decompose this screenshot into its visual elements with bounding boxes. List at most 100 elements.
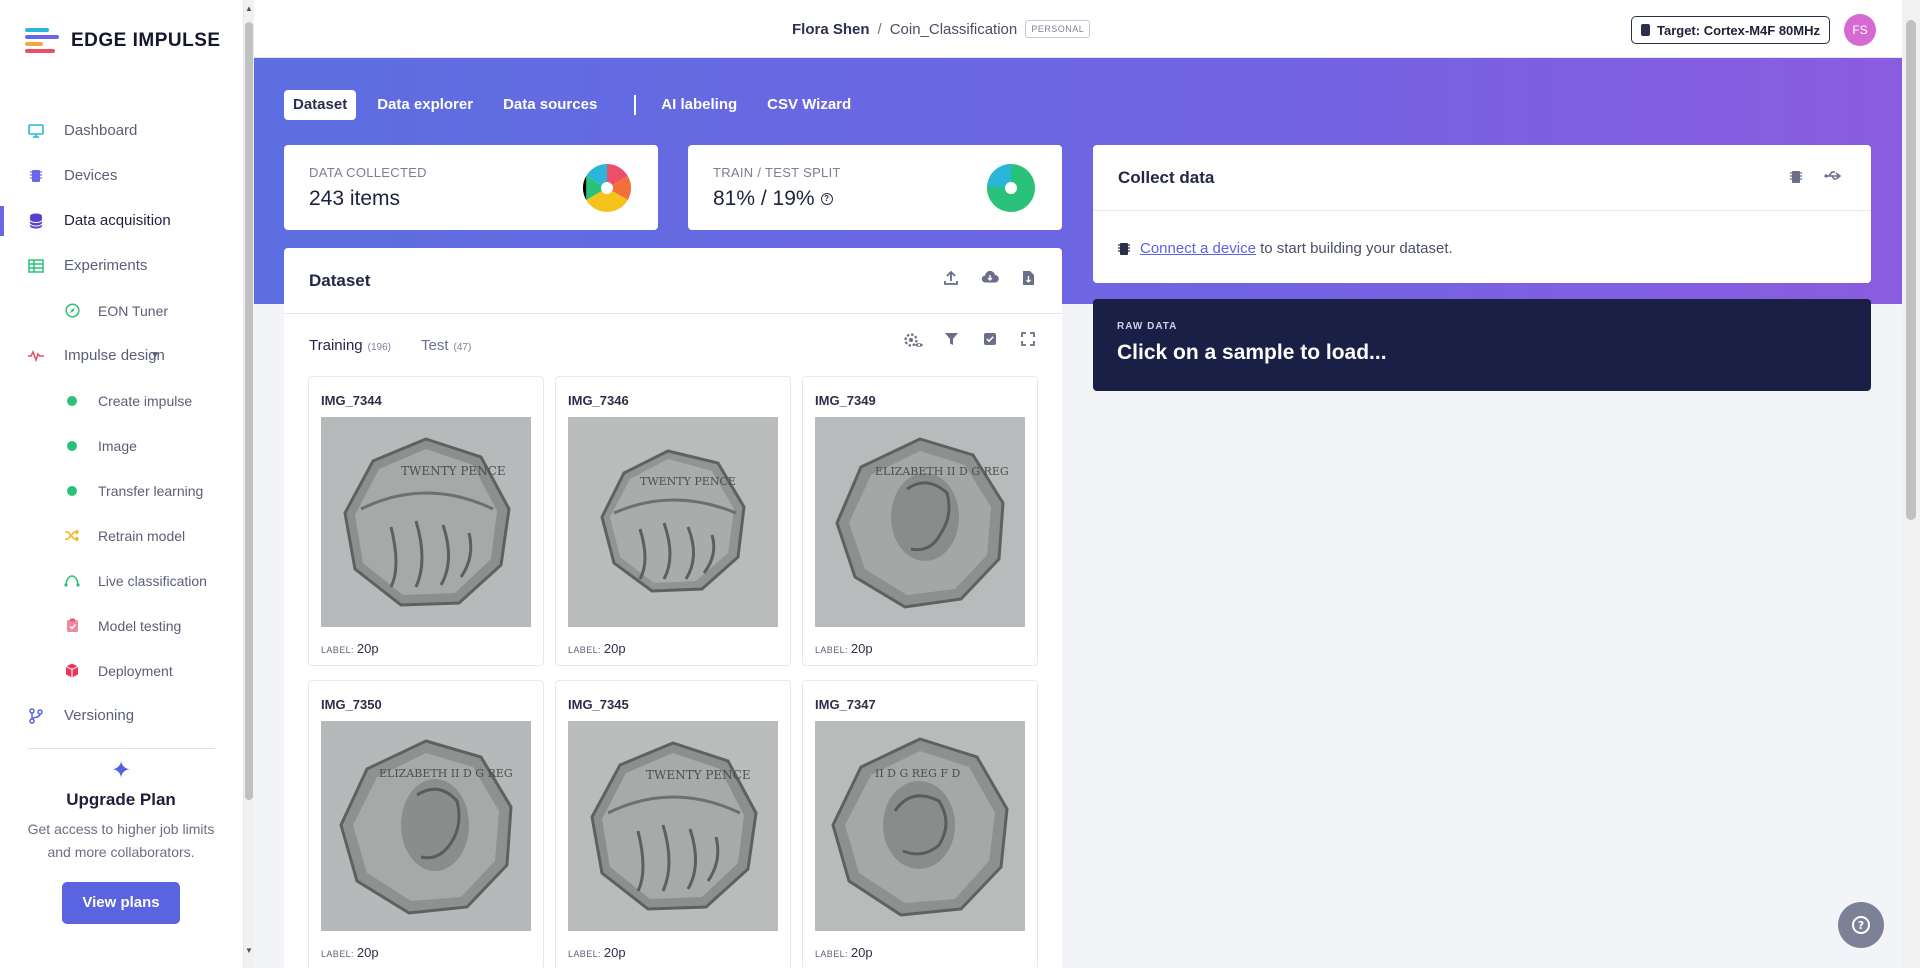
sidebar-item-label: Dashboard (64, 122, 138, 139)
dot-icon (64, 393, 80, 409)
shuffle-icon (64, 528, 80, 544)
tab-dataset[interactable]: Dataset (284, 90, 357, 120)
sidebar-item-label: Versioning (64, 707, 135, 724)
clipboard-icon (64, 618, 80, 634)
tab-data-explorer[interactable]: Data explorer (368, 90, 482, 120)
sample-label: LABEL: 20p (815, 641, 873, 656)
sidebar-item-create-impulse[interactable]: Create impulse (0, 378, 244, 423)
sidebar-item-devices[interactable]: Devices (0, 153, 244, 198)
dataset-panel-header: Dataset (284, 248, 1062, 314)
raw-data-panel: RAW DATA Click on a sample to load... (1093, 299, 1871, 391)
sample-label: LABEL: 20p (568, 945, 626, 960)
usb-icon[interactable] (1824, 169, 1842, 187)
sample-label-value: 20p (356, 641, 379, 656)
sidebar-item-deployment[interactable]: Deployment (0, 648, 244, 693)
view-plans-button[interactable]: View plans (62, 882, 180, 924)
breadcrumb-project[interactable]: Coin_Classification (890, 21, 1018, 38)
data-collected-label: DATA COLLECTED (309, 165, 427, 180)
tab-csv-wizard[interactable]: CSV Wizard (758, 90, 860, 120)
sidebar-item-label: Create impulse (98, 392, 193, 409)
coin-obverse-icon: II D G REG F D (815, 721, 1025, 931)
expand-icon[interactable] (1019, 332, 1037, 350)
select-checkbox-icon[interactable] (981, 332, 999, 350)
chevron-down-icon[interactable]: ▼ (150, 350, 160, 361)
label-prefix: LABEL: (321, 645, 354, 655)
data-collected-card: DATA COLLECTED 243 items (284, 145, 658, 230)
settings-view-icon[interactable] (903, 332, 925, 350)
database-icon (28, 213, 44, 229)
filter-icon[interactable] (942, 332, 960, 350)
export-file-icon[interactable] (1019, 270, 1037, 288)
sidebar-item-label: EON Tuner (98, 302, 169, 319)
sample-label: LABEL: 20p (815, 945, 873, 960)
svg-text:TWENTY PENCE: TWENTY PENCE (401, 464, 506, 478)
logo[interactable]: EDGE IMPULSE (25, 28, 221, 54)
sample-card[interactable]: IMG_7345 TWENTY PENCE LABEL: 20p (555, 680, 791, 968)
train-test-split-value: 81% / 19% (713, 187, 815, 210)
avatar[interactable]: FS (1844, 14, 1876, 46)
scroll-down-icon[interactable]: ▼ (245, 946, 253, 955)
sample-card[interactable]: IMG_7346 TWENTY PENCE LABEL: 20p (555, 376, 791, 666)
sidebar-item-versioning[interactable]: Versioning (0, 693, 244, 738)
coin-reverse-icon: TWENTY PENCE (568, 417, 778, 627)
tab-test-count: (47) (453, 342, 472, 353)
table-icon (28, 258, 44, 274)
breadcrumb-owner[interactable]: Flora Shen (792, 21, 870, 38)
sidebar-item-label: Data acquisition (64, 212, 171, 229)
sidebar-item-label: Devices (64, 167, 118, 184)
label-distribution-donut-icon (582, 164, 632, 212)
question-icon[interactable]: ? (820, 193, 833, 206)
svg-text:ELIZABETH II D G REG: ELIZABETH II D G REG (379, 767, 513, 780)
sample-image: ELIZABETH II D G REG (321, 721, 531, 931)
sample-card[interactable]: IMG_7349 ELIZABETH II D G REG LABEL: 20p (802, 376, 1038, 666)
label-prefix: LABEL: (568, 949, 601, 959)
coin-reverse-icon: TWENTY PENCE (321, 417, 531, 627)
sidebar-item-live-classification[interactable]: Live classification (0, 558, 244, 603)
chip-icon[interactable] (1787, 169, 1805, 187)
sample-card[interactable]: IMG_7350 ELIZABETH II D G REG LABEL: 20p (308, 680, 544, 968)
main-scrollbar[interactable] (1902, 0, 1920, 968)
target-device-button[interactable]: Target: Cortex-M4F 80MHz (1631, 16, 1831, 44)
dot-icon (64, 438, 80, 454)
tab-test[interactable]: Test (47) (421, 337, 471, 354)
sidebar-item-retrain-model[interactable]: Retrain model (0, 513, 244, 558)
sidebar: EDGE IMPULSE Dashboard Devices Data acqu… (0, 0, 244, 968)
sidebar-item-impulse-design[interactable]: Impulse design ▼ (0, 333, 244, 378)
dataset-title: Dataset (309, 271, 371, 290)
dataset-panel: Dataset Training (196) Test (47) IMG_7344 (284, 248, 1062, 968)
sidebar-scrollbar[interactable]: ▲ ▼ (244, 0, 254, 968)
collect-data-message: Connect a device to start building your … (1118, 240, 1453, 257)
tab-ai-labeling[interactable]: AI labeling (652, 90, 746, 120)
help-button[interactable]: ? (1838, 902, 1884, 948)
sample-name: IMG_7345 (568, 697, 629, 712)
sidebar-item-model-testing[interactable]: Model testing (0, 603, 244, 648)
sidebar-item-experiments[interactable]: Experiments (0, 243, 244, 288)
tab-data-sources[interactable]: Data sources (494, 90, 606, 120)
cloud-download-icon[interactable] (981, 270, 999, 288)
connect-device-link[interactable]: Connect a device (1140, 240, 1256, 257)
tab-training[interactable]: Training (196) (309, 337, 391, 354)
sidebar-scrollbar-thumb[interactable] (245, 22, 253, 800)
sidebar-item-image[interactable]: Image (0, 423, 244, 468)
sidebar-item-dashboard[interactable]: Dashboard (0, 108, 244, 153)
sidebar-item-eon-tuner[interactable]: EON Tuner (0, 288, 244, 333)
sample-card[interactable]: IMG_7347 II D G REG F D LABEL: 20p (802, 680, 1038, 968)
dataset-tabs: Dataset Data explorer Data sources AI la… (284, 90, 872, 120)
question-circle-icon: ? (1852, 916, 1870, 934)
top-bar: Flora Shen / Coin_Classification PERSONA… (254, 0, 1902, 58)
label-prefix: LABEL: (815, 949, 848, 959)
sidebar-item-transfer-learning[interactable]: Transfer learning (0, 468, 244, 513)
tab-test-label: Test (421, 337, 449, 354)
sample-card[interactable]: IMG_7344 TWENTY PENCE LABEL: 20p (308, 376, 544, 666)
sample-name: IMG_7344 (321, 393, 382, 408)
dataset-subtabs: Training (196) Test (47) (309, 337, 501, 354)
upload-icon[interactable] (942, 270, 960, 288)
sidebar-item-data-acquisition[interactable]: Data acquisition (0, 198, 244, 243)
signal-icon (64, 573, 80, 589)
sidebar-divider (27, 748, 215, 749)
scroll-up-icon[interactable]: ▲ (245, 4, 253, 13)
sample-name: IMG_7350 (321, 697, 382, 712)
train-test-split-label: TRAIN / TEST SPLIT (713, 165, 841, 180)
svg-text:II D G REG F D: II D G REG F D (875, 767, 961, 780)
main-scrollbar-thumb[interactable] (1906, 20, 1916, 520)
